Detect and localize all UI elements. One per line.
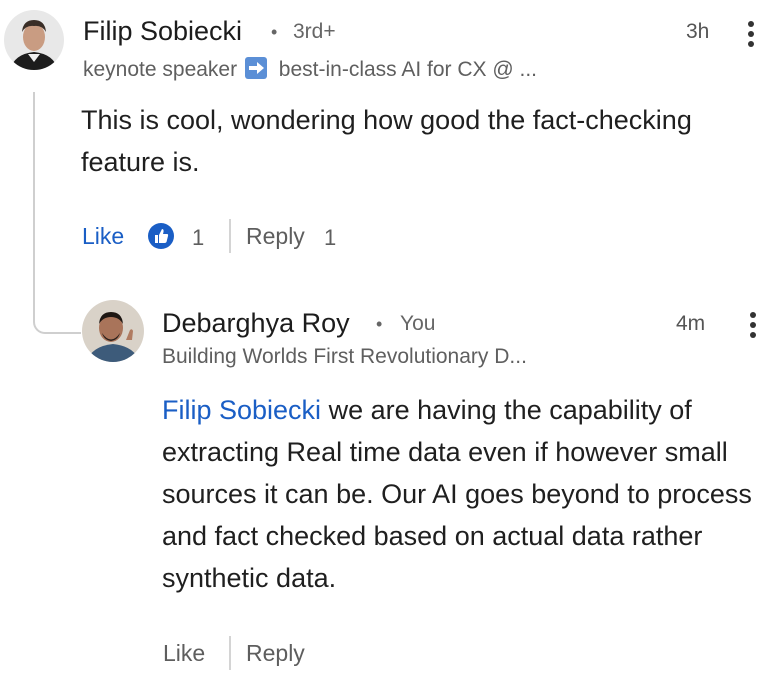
headline-text: keynote speaker bbox=[83, 58, 238, 81]
like-count: 1 bbox=[192, 225, 205, 250]
reply-timestamp: 4m bbox=[676, 312, 706, 335]
more-options-icon[interactable] bbox=[746, 312, 760, 342]
reply-author-headline: Building Worlds First Revolutionary D... bbox=[162, 345, 527, 368]
action-divider bbox=[229, 219, 231, 253]
reply-count: 1 bbox=[324, 225, 337, 250]
reply-reply-button[interactable]: Reply bbox=[246, 640, 305, 667]
right-arrow-icon bbox=[244, 57, 267, 79]
action-divider bbox=[229, 636, 231, 670]
reply-like-button[interactable]: Like bbox=[163, 640, 205, 667]
separator-dot: • bbox=[271, 22, 278, 42]
connection-degree: 3rd+ bbox=[293, 20, 336, 43]
mention-link[interactable]: Filip Sobiecki bbox=[162, 395, 321, 425]
like-reaction-icon bbox=[148, 223, 174, 249]
more-options-icon[interactable] bbox=[744, 21, 758, 51]
comment-timestamp: 3h bbox=[686, 20, 710, 43]
separator-dot: • bbox=[376, 314, 383, 334]
thread-connector bbox=[33, 92, 81, 334]
headline-text-2: best-in-class AI for CX @ ... bbox=[278, 58, 538, 81]
author-headline: keynote speaker best-in-class AI for CX … bbox=[83, 57, 537, 82]
relation-label: You bbox=[400, 312, 436, 335]
like-button[interactable]: Like bbox=[82, 223, 124, 250]
comment-text: This is cool, wondering how good the fac… bbox=[81, 105, 692, 177]
author-name[interactable]: Filip Sobiecki bbox=[83, 16, 242, 47]
reply-author-name[interactable]: Debarghya Roy bbox=[162, 308, 350, 339]
reply-button[interactable]: Reply bbox=[246, 223, 305, 250]
reply-avatar[interactable] bbox=[82, 300, 144, 362]
avatar[interactable] bbox=[4, 10, 64, 70]
reply-text: Filip Sobiecki we are having the capabil… bbox=[162, 389, 758, 599]
